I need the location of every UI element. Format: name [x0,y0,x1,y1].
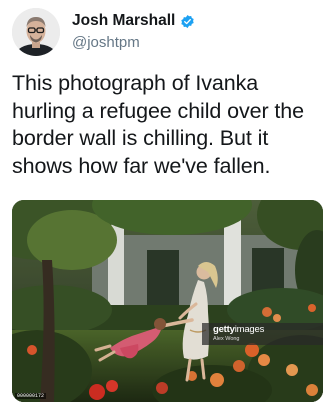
credit-photographer: Alex Wong [213,336,240,342]
tweet-photo[interactable]: gettyimages Alex Wong 000000172 [12,200,323,402]
getty-images-credit: gettyimages Alex Wong [202,323,323,345]
tweet-card: Josh Marshall @joshtpm This photograph o… [0,0,330,404]
credit-brand-prefix: getty [213,324,235,335]
tweet-text: This photograph of Ivanka hurling a refu… [12,71,305,178]
author-handle[interactable]: @joshtpm [72,33,195,53]
author-names: Josh Marshall @joshtpm [72,11,195,53]
verified-badge-icon [180,14,195,29]
getty-images-logo: gettyimages [213,323,323,336]
photo-id: 000000172 [15,393,47,399]
tweet-header: Josh Marshall @joshtpm [12,4,195,60]
avatar-portrait-icon [12,8,60,56]
photo-scene [12,200,323,402]
avatar[interactable] [12,8,60,56]
author-display-name[interactable]: Josh Marshall [72,11,175,31]
credit-brand-suffix: images [234,324,265,335]
author-name-row[interactable]: Josh Marshall [72,11,195,31]
